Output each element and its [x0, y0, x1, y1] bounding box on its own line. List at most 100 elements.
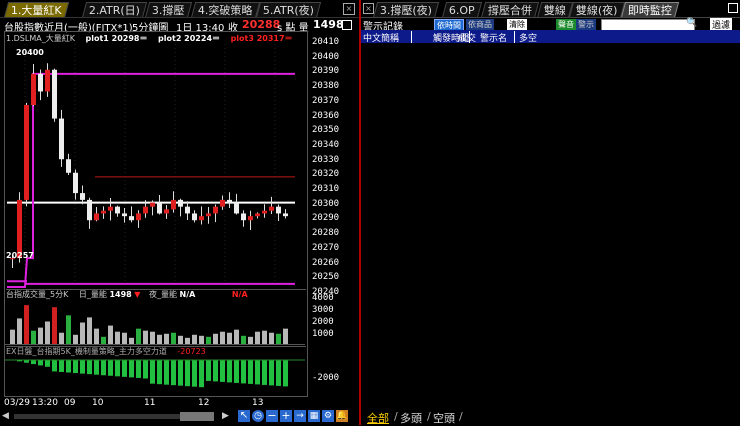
tab-label: 雙線: [543, 4, 566, 17]
volume-bar: [108, 325, 113, 345]
oscillator-bar: [136, 360, 141, 378]
tab-label: 3.撐壓: [151, 4, 185, 17]
candle-body: [38, 73, 43, 92]
scroll-left-icon[interactable]: ◀: [2, 411, 9, 421]
vol-night-label: 夜_量能: [148, 290, 177, 299]
volume-bar: [150, 331, 155, 345]
tab-label: 2.ATR(日): [88, 4, 140, 17]
osc-axis-label: -2000: [312, 373, 340, 383]
alert-icon[interactable]: 🔔: [336, 410, 348, 422]
oscillator-bar: [276, 360, 281, 386]
volume-axis-label: 1000: [312, 329, 334, 339]
left-close-icon[interactable]: ×: [343, 3, 355, 15]
settings-icon[interactable]: ⚙: [322, 410, 334, 422]
tab-2[interactable]: 2.ATR(日): [81, 2, 148, 18]
oscillator-bar: [101, 360, 106, 376]
candle-body: [115, 206, 120, 214]
tab-label: 4.突破策略: [197, 4, 253, 17]
plus-icon[interactable]: +: [280, 410, 292, 422]
time-axis-label: 12: [198, 398, 210, 408]
tab-label: 1.大量紅K: [10, 4, 62, 17]
volume-bar: [59, 332, 64, 345]
volume-bar: [171, 332, 176, 345]
oscillator-bar: [255, 360, 260, 385]
tab-label: 3.撐壓(夜): [379, 4, 432, 17]
candle-body: [276, 206, 281, 214]
volume-bar: [192, 334, 197, 345]
clock-icon[interactable]: ◷: [252, 410, 264, 422]
tab-1[interactable]: 1.大量紅K: [3, 2, 69, 18]
rtab-4[interactable]: 雙線: [536, 2, 574, 18]
arrow-right-icon[interactable]: →: [294, 410, 306, 422]
bottom-tab-sep3: /: [459, 410, 463, 423]
warn-button[interactable]: 警示: [576, 19, 596, 30]
volume-axis-label: 4000: [312, 293, 334, 303]
candle-body: [101, 210, 106, 214]
oscillator-bar: [213, 360, 218, 382]
oscillator-bar: [269, 360, 274, 386]
tab-label: 雙線(夜): [575, 4, 618, 17]
oscillator-bar: [108, 360, 113, 376]
bottom-tab-all[interactable]: 全部: [367, 410, 389, 426]
maximize-icon[interactable]: [342, 20, 352, 30]
right-close-icon[interactable]: ×: [363, 3, 374, 14]
volume-axis-label: 3000: [312, 305, 334, 315]
oscillator-bar: [178, 360, 183, 386]
rtab-3[interactable]: 撐壓合併: [480, 2, 540, 18]
volume-bar: [248, 336, 253, 345]
sort-by-symbol-button[interactable]: 依商品: [466, 19, 494, 30]
bottom-tab-long[interactable]: 多頭: [400, 410, 422, 426]
tab-label: 全部: [367, 412, 389, 425]
volume-chart[interactable]: [5, 299, 305, 345]
tab-5[interactable]: 5.ATR(夜): [255, 2, 322, 18]
bottom-tab-short[interactable]: 空頭: [433, 410, 455, 426]
volume-bar: [101, 336, 106, 345]
volume-bar: [206, 336, 211, 345]
tab-4[interactable]: 4.突破策略: [190, 2, 260, 18]
oscillator-bar: [31, 360, 36, 365]
scroll-thumb[interactable]: [180, 412, 214, 421]
oscillator-bar: [59, 360, 64, 372]
volume-bar: [178, 335, 183, 345]
volume-bar: [241, 335, 246, 345]
oscillator-bar: [220, 360, 225, 382]
vol-extra-value: N/A: [231, 290, 248, 299]
rtab-6[interactable]: 即時監控: [620, 2, 680, 18]
time-axis-label: 09: [64, 398, 76, 408]
volume-bar: [164, 333, 169, 345]
oscillator-bar: [150, 360, 155, 384]
clear-button[interactable]: 清除: [507, 19, 527, 30]
candle-body: [80, 193, 85, 200]
volume-bar: [66, 315, 71, 345]
volume-bar: [73, 334, 78, 345]
rtab-5[interactable]: 雙線(夜): [568, 2, 625, 18]
price-axis-label: 20290: [312, 213, 340, 224]
rtab-1[interactable]: 3.撐壓(夜): [372, 2, 440, 18]
vol-night-value: N/A: [179, 290, 196, 299]
candle-body: [122, 213, 127, 217]
right-maximize-icon[interactable]: [728, 3, 738, 13]
volume-bar: [213, 333, 218, 345]
grid-icon[interactable]: ▦: [308, 410, 320, 422]
candle-body: [45, 69, 50, 92]
tab-3[interactable]: 3.撐壓: [144, 2, 192, 18]
candle-body: [31, 73, 36, 105]
monitor-list[interactable]: [361, 43, 740, 409]
candle-body: [157, 202, 162, 214]
candle-body: [192, 213, 197, 221]
oscillator-chart[interactable]: [5, 356, 305, 394]
oscillator-bar: [73, 360, 78, 374]
scroll-right-icon[interactable]: ▶: [222, 411, 229, 421]
price-axis-label: 20320: [312, 169, 340, 180]
minus-icon[interactable]: −: [266, 410, 278, 422]
rtab-2[interactable]: 6.OP: [441, 2, 482, 18]
volume-bar: [17, 318, 22, 345]
vol-day-marker: ▼: [134, 290, 141, 299]
price-chart[interactable]: [5, 44, 305, 288]
sound-button[interactable]: 聲音: [556, 19, 576, 30]
low-tag: 20257: [6, 251, 34, 260]
zoom-in-icon[interactable]: ↖: [238, 410, 250, 422]
oscillator-bar: [157, 360, 162, 385]
search-icon[interactable]: 🔍: [686, 18, 697, 28]
volume-bar: [129, 337, 134, 345]
